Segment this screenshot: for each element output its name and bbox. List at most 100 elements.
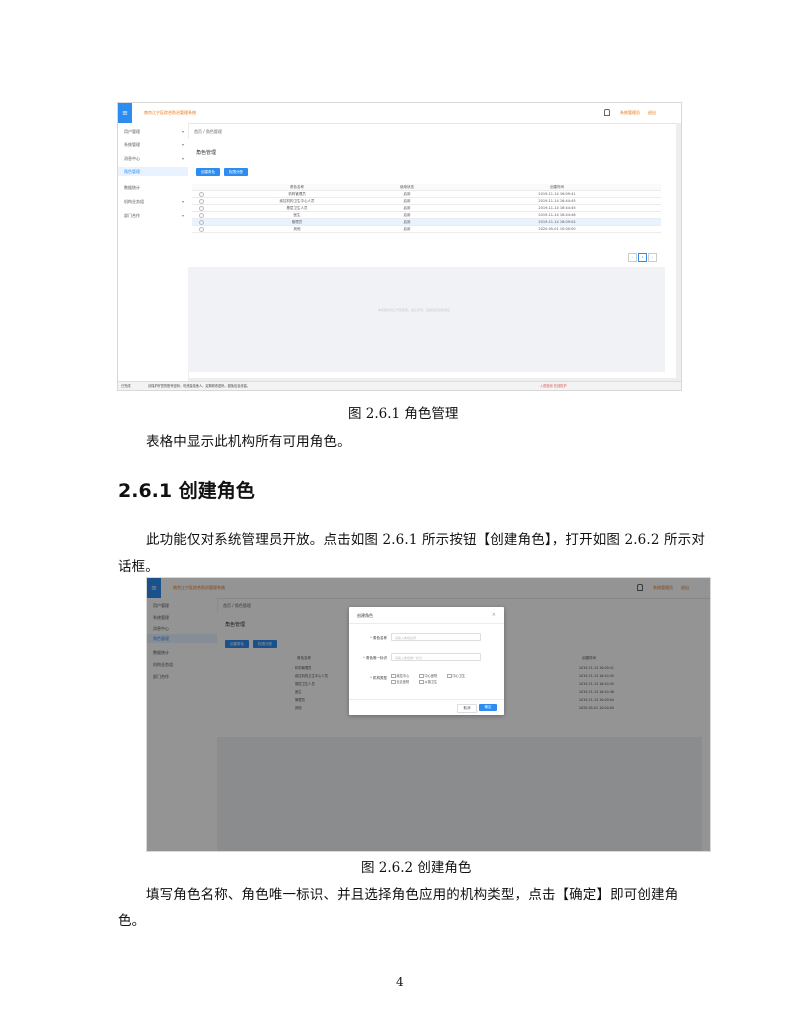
figure-caption-1: 图 2.6.1 角色管理 xyxy=(348,406,459,422)
checkbox-icon xyxy=(391,673,396,679)
org-type-option[interactable]: 中心医院 xyxy=(419,673,437,679)
org-type-option[interactable]: 中心卫生 xyxy=(447,673,465,679)
status-message: 请保护好您的账号密码，勿泄露给他人，定期修改密码，避免信息泄露。 xyxy=(148,384,250,388)
chevron-down-icon: ▾ xyxy=(181,213,184,218)
paragraph-1: 表格中显示此机构所有可用角色。 xyxy=(146,434,351,450)
cell-status: 启用 xyxy=(403,192,411,196)
checkbox-icon xyxy=(419,679,424,685)
table-row[interactable]: 疾控机构卫生中心人员 启用 2019-11-14 16:44:45 xyxy=(192,198,661,205)
cell-time: 2020-05-01 10:00:00 xyxy=(538,227,576,231)
bell-icon[interactable] xyxy=(604,109,610,116)
watermark-text: 本系统仅供江宁区使用，禁止外传，违者追究法律责任 xyxy=(378,308,451,312)
status-right: 入侵检测 在线防护 xyxy=(540,384,567,388)
paragraph-2-line-1: 此功能仅对系统管理员开放。点击如图 2.6.1 所示按钮【创建角色】，打开如图 … xyxy=(146,532,705,548)
cell-name: 机构管理员 xyxy=(288,192,306,196)
vertical-scrollbar[interactable] xyxy=(676,123,681,382)
user-name[interactable]: 系统管理员 xyxy=(620,103,640,123)
chevron-down-icon: ▾ xyxy=(181,199,184,204)
role-card: 角色管理 创建角色 权限分配 角色名称 使用状态 创建时间 机构管理员 启用 2… xyxy=(188,139,665,267)
screenshot-role-management: ≡ 南京江宁区综合防治管理系统 系统管理员 退出 用户管理 ▾ 系统管理 ▾ 消… xyxy=(117,102,682,391)
chevron-down-icon: ▾ xyxy=(181,142,184,147)
checkbox-icon xyxy=(419,673,424,679)
header-status: 使用状态 xyxy=(400,185,414,189)
org-type-option[interactable]: 疾控中心 xyxy=(391,673,409,679)
cell-status: 启用 xyxy=(403,199,411,203)
sidebar-item-org[interactable]: 机构业务组 xyxy=(124,199,144,205)
pager-prev[interactable]: ‹ xyxy=(628,253,637,262)
menu-icon[interactable]: ≡ xyxy=(118,103,132,123)
dialog-title: 创建角色 xyxy=(357,613,373,618)
create-role-button[interactable]: 创建角色 xyxy=(196,168,220,176)
cell-status: 启用 xyxy=(403,220,411,224)
cell-name: 管理员 xyxy=(291,220,303,224)
table-row[interactable]: 其他 启用 2020-05-01 10:00:00 xyxy=(192,226,661,233)
row-radio[interactable] xyxy=(199,213,204,218)
role-id-label: * 角色唯一标识 xyxy=(363,656,387,660)
sidebar-item-role[interactable]: 角色管理 xyxy=(124,169,140,175)
cell-name: 医生 xyxy=(293,213,301,217)
checkbox-icon xyxy=(391,679,396,685)
row-radio[interactable] xyxy=(199,199,204,204)
sidebar-item-stats[interactable]: 数据统计 xyxy=(124,185,140,191)
cell-time: 2019-11-14 16:44:46 xyxy=(538,213,576,217)
browser-status-bar: 已完成 请保护好您的账号密码，勿泄露给他人，定期修改密码，避免信息泄露。 入侵检… xyxy=(118,381,681,390)
row-radio[interactable] xyxy=(199,227,204,232)
content-panel: 角色管理 创建角色 权限分配 角色名称 使用状态 创建时间 机构管理员 启用 2… xyxy=(188,139,665,372)
checkbox-icon xyxy=(447,673,452,679)
org-type-label: * 机构类型 xyxy=(370,676,387,680)
sidebar-item-user[interactable]: 用户管理 xyxy=(124,129,140,135)
header-time: 创建时间 xyxy=(550,185,564,189)
page-number: 4 xyxy=(396,975,404,989)
sidebar-item-message[interactable]: 消息中心 xyxy=(124,156,140,162)
table-header: 角色名称 使用状态 创建时间 xyxy=(192,184,661,191)
close-icon[interactable]: × xyxy=(492,612,496,618)
org-type-option[interactable]: 社区医院 xyxy=(391,679,409,685)
cancel-button[interactable]: 取消 xyxy=(457,704,477,713)
table-row[interactable]: 医生 启用 2019-11-14 16:44:46 xyxy=(192,212,661,219)
breadcrumb: 首页 / 角色管理 xyxy=(194,129,222,134)
top-bar: ≡ 南京江宁区综合防治管理系统 系统管理员 退出 xyxy=(118,103,681,124)
cell-status: 启用 xyxy=(403,227,411,231)
cell-time: 2019-11-14 16:44:45 xyxy=(538,206,576,210)
sidebar-item-dept[interactable]: 部门合作 xyxy=(124,213,140,219)
confirm-button[interactable]: 确定 xyxy=(479,704,497,711)
section-heading: 2.6.1 创建角色 xyxy=(118,480,255,502)
table-row[interactable]: 机构管理员 启用 2019-11-14 16:09:41 xyxy=(192,191,661,198)
pager-current[interactable]: 1 xyxy=(638,253,647,262)
header-name: 角色名称 xyxy=(290,185,304,189)
create-role-dialog: 创建角色 × * 角色名称 请输入角色名称 * 角色唯一标识 请输入角色唯一标识… xyxy=(349,607,504,715)
cell-status: 启用 xyxy=(403,206,411,210)
sidebar: 用户管理 ▾ 系统管理 ▾ 消息中心 ▾ 角色管理 数据统计 机构业务组 ▾ 部… xyxy=(118,123,190,382)
dialog-divider xyxy=(349,623,504,624)
role-name-label: * 角色名称 xyxy=(370,636,387,640)
role-id-input[interactable]: 请输入角色唯一标识 xyxy=(391,653,481,661)
sidebar-item-system[interactable]: 系统管理 xyxy=(124,142,140,148)
dialog-divider xyxy=(349,699,504,700)
pager-next[interactable]: › xyxy=(648,253,657,262)
cell-name: 疾控机构卫生中心人员 xyxy=(279,199,315,203)
table-row-highlighted[interactable]: 管理员 启用 2019-11-14 18:09:04 xyxy=(192,219,661,226)
paragraph-2-line-2: 话框。 xyxy=(118,559,159,575)
cell-status: 启用 xyxy=(403,213,411,217)
row-radio[interactable] xyxy=(199,220,204,225)
card-title: 角色管理 xyxy=(196,150,217,156)
figure-caption-2: 图 2.6.2 创建角色 xyxy=(361,860,472,876)
chevron-down-icon: ▾ xyxy=(181,129,184,134)
cell-time: 2019-11-14 18:09:04 xyxy=(538,220,576,224)
row-radio[interactable] xyxy=(199,206,204,211)
org-type-option[interactable]: 乡镇卫生 xyxy=(419,679,437,685)
row-radio[interactable] xyxy=(199,192,204,197)
cell-time: 2019-11-14 16:09:41 xyxy=(538,192,576,196)
cell-time: 2019-11-14 16:44:45 xyxy=(538,199,576,203)
logout-link[interactable]: 退出 xyxy=(648,103,656,123)
screenshot-create-role: ≡ 南京江宁区综合防治管理系统 系统管理员 退出 用户管理 系统管理 消息中心 … xyxy=(146,577,711,852)
paragraph-3-line-2: 色。 xyxy=(118,913,146,929)
cell-name: 其他 xyxy=(293,227,301,231)
chevron-down-icon: ▾ xyxy=(181,156,184,161)
status-left: 已完成 xyxy=(121,384,131,388)
cell-name: 基层卫生人员 xyxy=(286,206,308,210)
app-title: 南京江宁区综合防治管理系统 xyxy=(144,110,196,115)
role-name-input[interactable]: 请输入角色名称 xyxy=(391,633,481,641)
table-row[interactable]: 基层卫生人员 启用 2019-11-14 16:44:45 xyxy=(192,205,661,212)
assign-permission-button[interactable]: 权限分配 xyxy=(224,168,248,176)
